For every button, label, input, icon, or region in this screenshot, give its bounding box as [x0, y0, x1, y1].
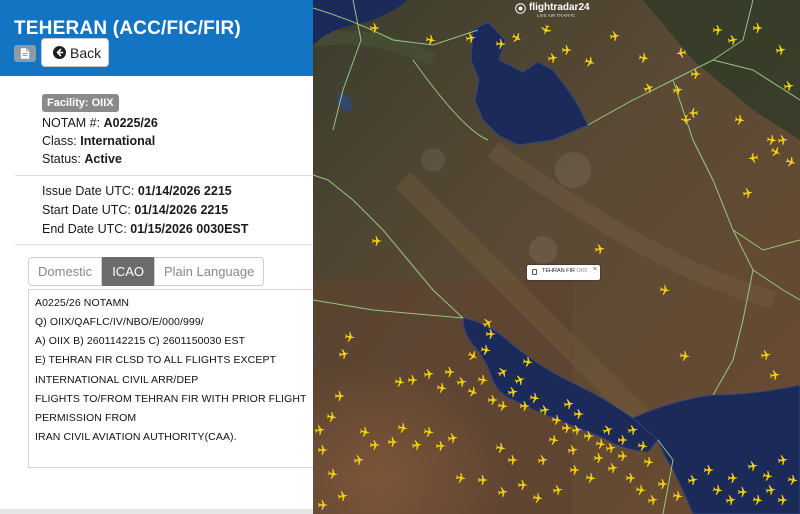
- icao-line: A0225/26 NOTAMN: [35, 297, 130, 309]
- notam-status-label: Status:: [42, 152, 81, 166]
- back-button[interactable]: Back: [41, 38, 109, 67]
- facility-badge: Facility: OIIX: [42, 94, 119, 112]
- icao-line: Q) OIIX/QAFLC/IV/NBO/E/000/999/: [35, 316, 204, 328]
- pdf-button[interactable]: [14, 45, 36, 62]
- fir-popup-text: TEHRAN FIR OIIX: [542, 268, 588, 274]
- notam-format-tabs: Domestic ICAO Plain Language: [28, 257, 265, 286]
- notam-panel: TEHERAN (ACC/FIC/FIR) Back Facility: OII…: [0, 0, 313, 514]
- icao-line: IRAN CIVIL AVIATION AUTHORITY(CAA).: [35, 431, 237, 443]
- fir-code: OIIX: [576, 268, 588, 274]
- notam-number: NOTAM #: A0225/26: [42, 116, 158, 130]
- icao-line: E) TEHRAN FIR CLSD TO ALL FLIGHTS EXCEPT: [35, 354, 277, 366]
- start-date-value: 01/14/2026 2215: [134, 203, 229, 217]
- start-date-label: Start Date UTC:: [42, 203, 131, 217]
- end-date-value: 01/15/2026 0030EST: [130, 222, 249, 236]
- icao-line: INTERNATIONAL CIVIL ARR/DEP: [35, 374, 199, 386]
- tab-plain-language[interactable]: Plain Language: [153, 257, 265, 286]
- flight-map[interactable]: flightradar24 LIVE AIR TRAFFIC TEHRAN FI…: [313, 0, 800, 514]
- divider: [15, 175, 313, 176]
- icao-text-box: A0225/26 NOTAMN Q) OIIX/QAFLC/IV/NBO/E/0…: [28, 289, 313, 468]
- flightradar24-logo: flightradar24 LIVE AIR TRAFFIC: [515, 2, 595, 18]
- fir-name: TEHRAN FIR: [542, 268, 575, 274]
- fir-info-icon: [532, 269, 537, 275]
- back-arrow-icon: [53, 46, 66, 59]
- notam-class-label: Class:: [42, 134, 77, 148]
- brand-name: flightradar24: [529, 2, 590, 13]
- divider: [15, 244, 313, 245]
- notam-status-value: Active: [84, 152, 122, 166]
- back-label: Back: [70, 45, 102, 61]
- issue-date-value: 01/14/2026 2215: [137, 184, 232, 198]
- radar-logo-icon: [515, 3, 526, 14]
- tab-domestic[interactable]: Domestic: [28, 257, 103, 286]
- start-date: Start Date UTC: 01/14/2026 2215: [42, 203, 228, 217]
- icao-line: PERMISSION FROM: [35, 412, 137, 424]
- notam-class: Class: International: [42, 134, 155, 148]
- tab-icao[interactable]: ICAO: [102, 257, 154, 286]
- end-date-label: End Date UTC:: [42, 222, 127, 236]
- issue-date: Issue Date UTC: 01/14/2026 2215: [42, 184, 232, 198]
- issue-date-label: Issue Date UTC:: [42, 184, 135, 198]
- notam-status: Status: Active: [42, 152, 122, 166]
- brand-tagline: LIVE AIR TRAFFIC: [537, 13, 576, 18]
- notam-class-value: International: [80, 134, 156, 148]
- notam-card: Facility: OIIX NOTAM #: A0225/26 Class: …: [0, 76, 313, 509]
- fir-popup[interactable]: TEHRAN FIR OIIX ×: [527, 265, 600, 280]
- map-canvas[interactable]: [313, 0, 800, 514]
- notam-number-value: A0225/26: [103, 116, 158, 130]
- end-date: End Date UTC: 01/15/2026 0030EST: [42, 222, 248, 236]
- notam-number-label: NOTAM #:: [42, 116, 101, 130]
- icao-line: FLIGHTS TO/FROM TEHRAN FIR WITH PRIOR FL…: [35, 393, 307, 405]
- page-title: TEHERAN (ACC/FIC/FIR): [14, 18, 241, 39]
- pdf-icon: [20, 48, 30, 59]
- panel-header: TEHERAN (ACC/FIC/FIR) Back: [0, 0, 313, 76]
- icao-line: A) OIIX B) 2601142215 C) 2601150030 EST: [35, 335, 246, 347]
- close-icon[interactable]: ×: [593, 266, 597, 273]
